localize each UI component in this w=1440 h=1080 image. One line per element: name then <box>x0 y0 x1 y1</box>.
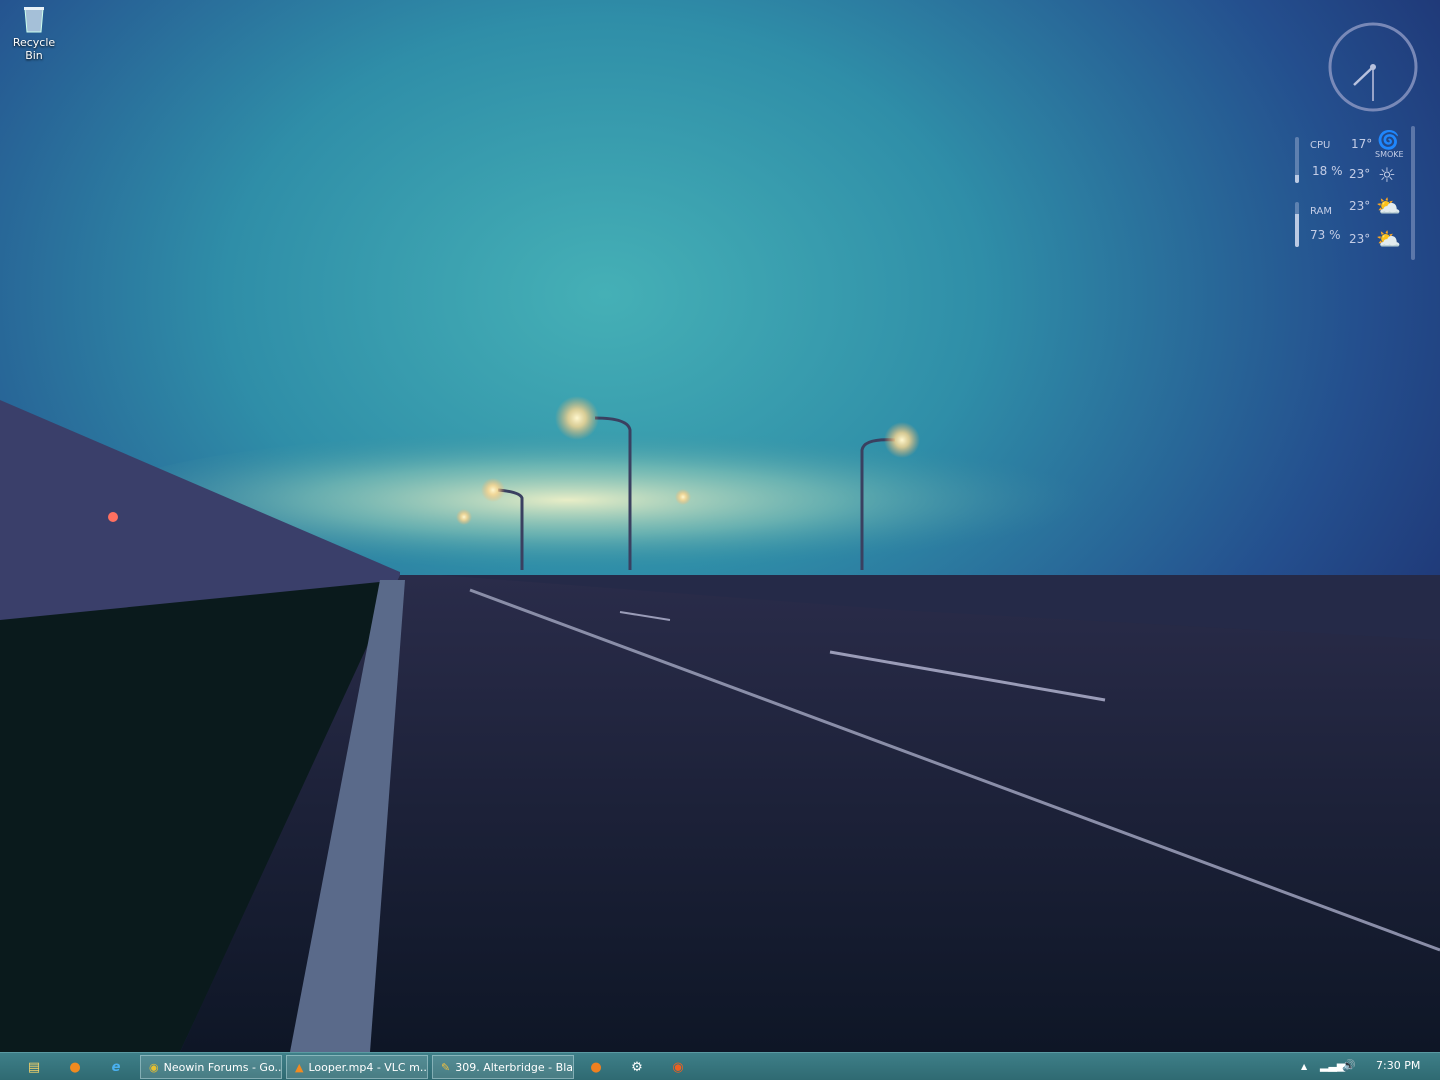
clock-widget <box>1328 22 1418 112</box>
partly-cloudy-icon: ⛅ <box>1376 194 1401 218</box>
taskbar-task-foobar[interactable]: ✎ 309. Alterbridge - Bla... <box>432 1055 574 1079</box>
cpu-value: 18 % <box>1312 164 1343 178</box>
weather-temp: 23° <box>1349 199 1371 213</box>
foobar-icon: ✎ <box>441 1060 451 1074</box>
desktop-wallpaper <box>0 0 1440 1052</box>
system-clock[interactable]: 7:30 PM <box>1376 1059 1420 1072</box>
weather-temp: 17° <box>1351 137 1373 151</box>
clock-hour-hand <box>1353 66 1374 86</box>
desktop-icon-label: Recycle Bin <box>12 36 56 62</box>
task-label: Neowin Forums - Go... <box>163 1060 282 1074</box>
taskbar-task-vlc[interactable]: ▲ Looper.mp4 - VLC m... <box>286 1055 428 1079</box>
ram-label: RAM <box>1310 206 1333 217</box>
vlc-icon: ▲ <box>295 1060 304 1074</box>
firefox-icon[interactable]: ● <box>66 1058 84 1076</box>
volume-icon[interactable]: 🔊 <box>1342 1059 1356 1072</box>
origin-icon[interactable]: ◉ <box>669 1058 687 1076</box>
recycle-bin-icon <box>22 4 46 34</box>
weather-condition: SMOKE <box>1375 150 1404 159</box>
weather-temp: 23° <box>1349 167 1371 181</box>
steam-icon[interactable]: ⚙ <box>628 1058 646 1076</box>
taskbar: ▤ ● e ◉ Neowin Forums - Go... ▲ Looper.m… <box>0 1052 1440 1080</box>
task-label: 309. Alterbridge - Bla... <box>455 1060 574 1074</box>
sun-icon: ☼ <box>1378 163 1396 187</box>
smoke-icon: 🌀 <box>1377 130 1400 151</box>
ram-value: 73 % <box>1310 228 1341 242</box>
cpu-label: CPU <box>1310 140 1331 151</box>
desktop-icon-recycle-bin[interactable]: Recycle Bin <box>4 4 64 62</box>
internet-explorer-icon[interactable]: e <box>107 1058 125 1076</box>
task-label: Looper.mp4 - VLC m... <box>308 1060 428 1074</box>
chrome-icon: ◉ <box>149 1060 159 1074</box>
weather-temp: 23° <box>1349 232 1371 246</box>
media-player-icon[interactable]: ● <box>587 1058 605 1076</box>
partly-cloudy-icon: ⛅ <box>1376 227 1401 251</box>
taskbar-task-chrome[interactable]: ◉ Neowin Forums - Go... <box>140 1055 282 1079</box>
ram-usage-bar <box>1295 202 1299 247</box>
cpu-usage-bar <box>1295 137 1299 183</box>
widget-divider <box>1411 126 1415 260</box>
show-hidden-icons-button[interactable]: ▲ <box>1301 1062 1307 1071</box>
file-explorer-icon[interactable]: ▤ <box>25 1058 43 1076</box>
